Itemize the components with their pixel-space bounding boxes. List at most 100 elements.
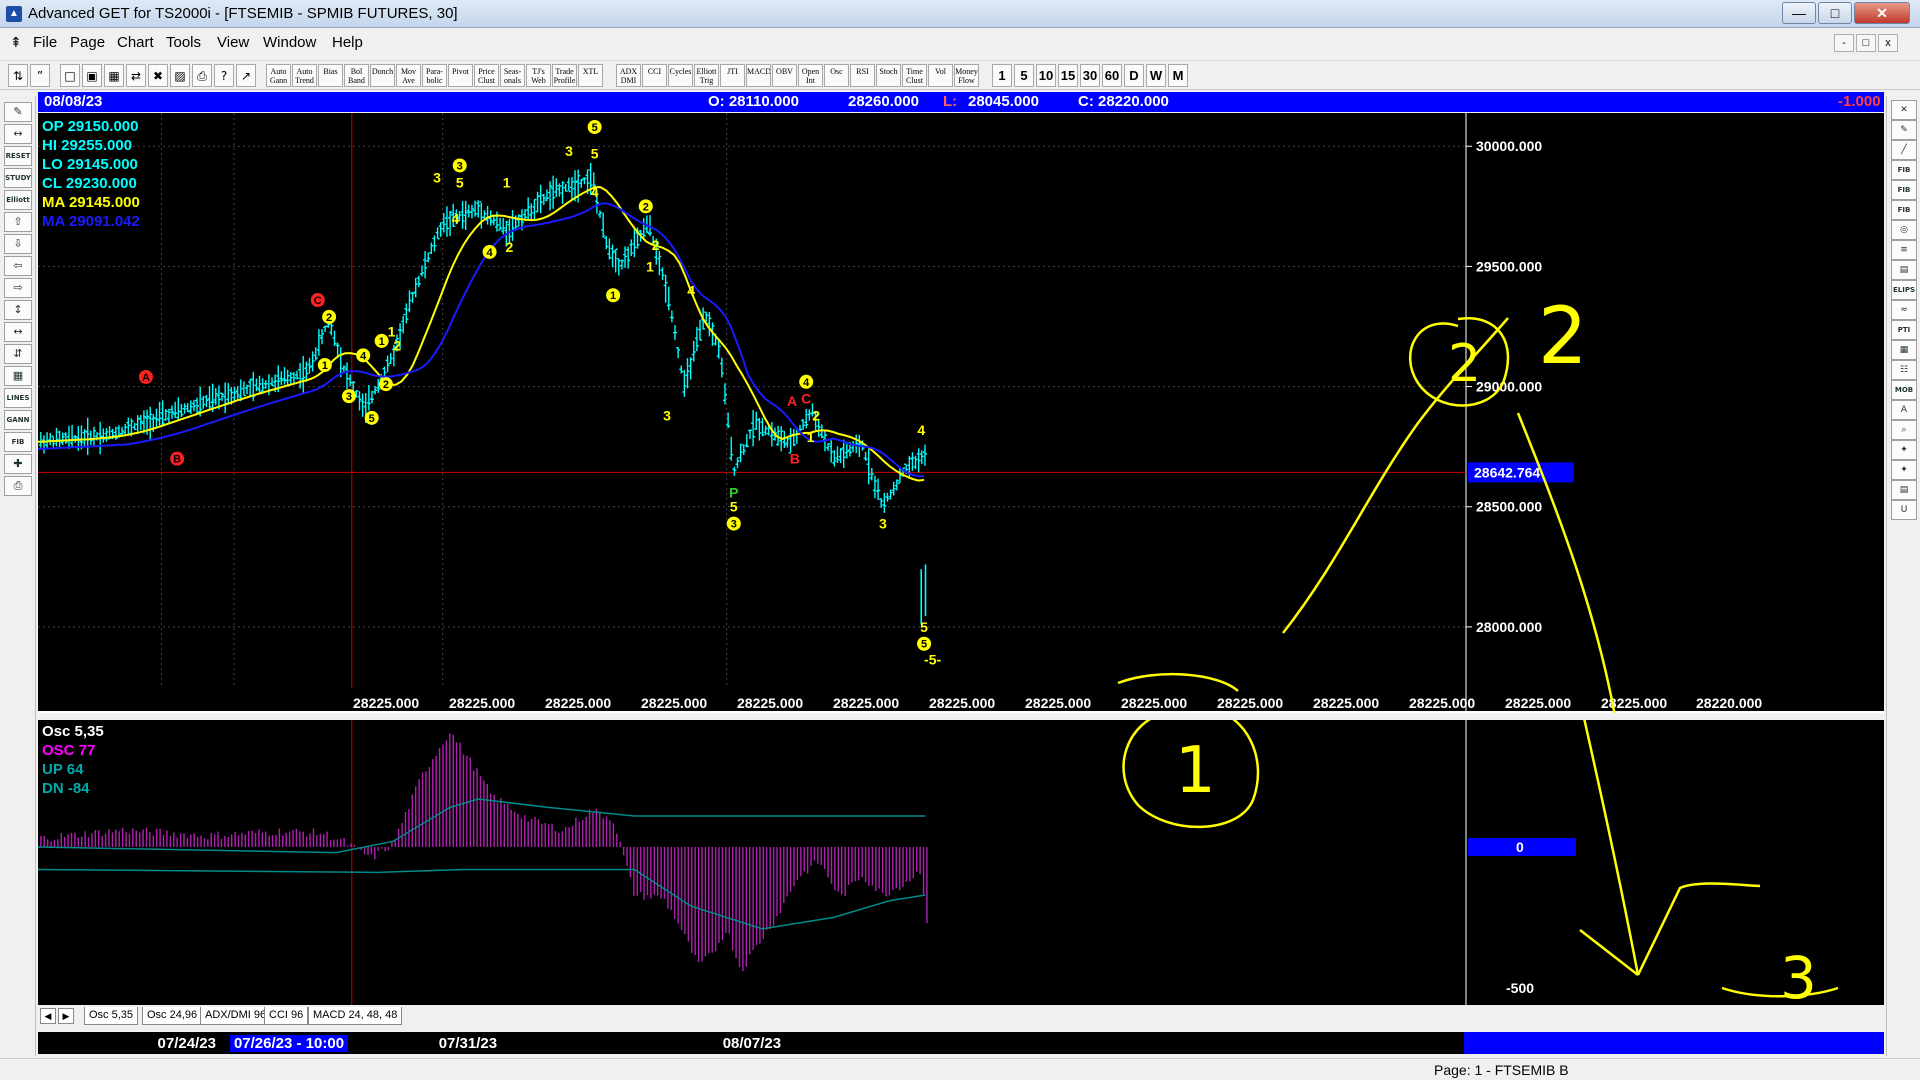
- toolbar-icon-button[interactable]: □: [60, 64, 80, 87]
- left-tool-icon[interactable]: ⇩: [4, 234, 32, 254]
- oscillator-panel[interactable]: 0-500Osc 5,35OSC 77UP 64DN -84 13: [38, 720, 1884, 1005]
- study-button-mov-ave[interactable]: Mov Ave: [396, 64, 421, 87]
- right-tool-icon[interactable]: ☷: [1891, 360, 1917, 380]
- left-tool-reset[interactable]: RESET: [4, 146, 32, 166]
- study-button-cci[interactable]: CCI: [642, 64, 667, 87]
- study-button-obv[interactable]: OBV: [772, 64, 797, 87]
- right-tool-pti[interactable]: PTI: [1891, 320, 1917, 340]
- left-tool-icon[interactable]: ✚: [4, 454, 32, 474]
- study-button-stoch[interactable]: Stoch: [876, 64, 901, 87]
- tab-osc-24-96[interactable]: Osc 24,96: [142, 1007, 203, 1025]
- left-tool-lines[interactable]: LINES: [4, 388, 32, 408]
- menu-view[interactable]: View: [217, 34, 249, 51]
- left-tool-icon[interactable]: ▦: [4, 366, 32, 386]
- study-button-bol-band[interactable]: Bol Band: [344, 64, 369, 87]
- menu-page[interactable]: Page: [70, 34, 105, 51]
- study-button-osc[interactable]: Osc: [824, 64, 849, 87]
- interval-button-d[interactable]: D: [1124, 64, 1144, 87]
- tab-cci[interactable]: CCI 96: [264, 1007, 309, 1025]
- study-button-bias[interactable]: Bias: [318, 64, 343, 87]
- menu-tools[interactable]: Tools: [166, 34, 201, 51]
- left-tool-icon[interactable]: ✎: [4, 102, 32, 122]
- tab-adx-dmi[interactable]: ADX/DMI 96: [200, 1007, 272, 1025]
- study-button-time-clust[interactable]: Time Clust: [902, 64, 927, 87]
- left-tool-icon[interactable]: ⇨: [4, 278, 32, 298]
- left-tool-icon[interactable]: ⇵: [4, 344, 32, 364]
- toolbar-icon-button[interactable]: ?: [214, 64, 234, 87]
- tab-osc-5-35[interactable]: Osc 5,35: [84, 1007, 139, 1025]
- toolbar-icon-button[interactable]: ⇄: [126, 64, 146, 87]
- study-button-elliott-trig[interactable]: Elliott Trig: [694, 64, 719, 87]
- interval-button-15[interactable]: 15: [1058, 64, 1078, 87]
- right-tool-icon[interactable]: ✦: [1891, 440, 1917, 460]
- study-button-tj-s-web[interactable]: TJ's Web: [526, 64, 551, 87]
- menu-window[interactable]: Window: [263, 34, 316, 51]
- left-tool-study[interactable]: STUDY: [4, 168, 32, 188]
- left-tool-fib[interactable]: FIB: [4, 432, 32, 452]
- toolbar-icon-button[interactable]: ”: [30, 64, 50, 87]
- right-tool-icon[interactable]: ⌕: [1891, 420, 1917, 440]
- study-button-money-flow[interactable]: Money Flow: [954, 64, 979, 87]
- left-tool-icon[interactable]: ⎙: [4, 476, 32, 496]
- left-tool-elliott[interactable]: Elliott: [4, 190, 32, 210]
- toolbar-icon-button[interactable]: ⎙: [192, 64, 212, 87]
- study-button-jti[interactable]: JTI: [720, 64, 745, 87]
- right-tool-icon[interactable]: ◎: [1891, 220, 1917, 240]
- study-button-auto-trend[interactable]: Auto Trend: [292, 64, 317, 87]
- study-button-auto-gann[interactable]: Auto Gann: [266, 64, 291, 87]
- right-tool-u[interactable]: U: [1891, 500, 1917, 520]
- tab-macd[interactable]: MACD 24, 48, 48: [308, 1007, 403, 1025]
- tab-next-button[interactable]: ▶: [58, 1008, 74, 1024]
- right-tool-icon[interactable]: ▦: [1891, 340, 1917, 360]
- right-tool-elips[interactable]: ELIPS: [1891, 280, 1917, 300]
- right-tool-a[interactable]: A: [1891, 400, 1917, 420]
- study-button-macd[interactable]: MACD: [746, 64, 771, 87]
- mdi-restore-button[interactable]: □: [1856, 34, 1876, 52]
- study-button-xtl[interactable]: XTL: [578, 64, 603, 87]
- time-axis-scroll-area[interactable]: [1464, 1032, 1884, 1054]
- interval-button-10[interactable]: 10: [1036, 64, 1056, 87]
- interval-button-60[interactable]: 60: [1102, 64, 1122, 87]
- right-tool-icon[interactable]: ▤: [1891, 480, 1917, 500]
- study-button-pivot[interactable]: Pivot: [448, 64, 473, 87]
- left-tool-icon[interactable]: ↔: [4, 124, 32, 144]
- right-tool-fib-time[interactable]: FIB TIME: [1891, 200, 1917, 220]
- mdi-minimize-button[interactable]: -: [1834, 34, 1854, 52]
- left-tool-icon[interactable]: ⇦: [4, 256, 32, 276]
- interval-button-m[interactable]: M: [1168, 64, 1188, 87]
- toolbar-icon-button[interactable]: ▦: [104, 64, 124, 87]
- right-tool-icon[interactable]: ╱: [1891, 140, 1917, 160]
- tab-prev-button[interactable]: ◀: [40, 1008, 56, 1024]
- study-button-cycles[interactable]: Cycles: [668, 64, 693, 87]
- study-button-vol[interactable]: Vol: [928, 64, 953, 87]
- study-button-adx-dmi[interactable]: ADX DMI: [616, 64, 641, 87]
- toolbar-icon-button[interactable]: ↗: [236, 64, 256, 87]
- right-tool-icon[interactable]: ≈: [1891, 300, 1917, 320]
- menu-chart[interactable]: Chart: [117, 34, 154, 51]
- close-button[interactable]: ✕: [1854, 2, 1910, 24]
- right-tool-fib-ret[interactable]: FIB RET: [1891, 160, 1917, 180]
- interval-button-1[interactable]: 1: [992, 64, 1012, 87]
- right-tool-icon[interactable]: ✦: [1891, 460, 1917, 480]
- left-tool-icon[interactable]: ↔: [4, 322, 32, 342]
- right-tool-icon[interactable]: ≡: [1891, 240, 1917, 260]
- toolbar-icon-button[interactable]: ▨: [170, 64, 190, 87]
- right-tool-fib-ext[interactable]: FIB EXT: [1891, 180, 1917, 200]
- study-button-seas-onals[interactable]: Seas-onals: [500, 64, 525, 87]
- right-tool-mob[interactable]: MOB: [1891, 380, 1917, 400]
- menu-app-icon[interactable]: ⇞: [10, 34, 22, 51]
- maximize-button[interactable]: □: [1818, 2, 1852, 24]
- right-tool-icon[interactable]: ▤: [1891, 260, 1917, 280]
- right-tool-icon[interactable]: ✕: [1891, 100, 1917, 120]
- study-button-donch[interactable]: Donch: [370, 64, 395, 87]
- study-button-trade-profile[interactable]: Trade Profile: [552, 64, 577, 87]
- interval-button-5[interactable]: 5: [1014, 64, 1034, 87]
- mdi-close-button[interactable]: x: [1878, 34, 1898, 52]
- interval-button-w[interactable]: W: [1146, 64, 1166, 87]
- left-tool-gann[interactable]: GANN: [4, 410, 32, 430]
- menu-help[interactable]: Help: [332, 34, 363, 51]
- toolbar-icon-button[interactable]: ✖: [148, 64, 168, 87]
- minimize-button[interactable]: —: [1782, 2, 1816, 24]
- study-button-open-int[interactable]: Open Int: [798, 64, 823, 87]
- toolbar-icon-button[interactable]: ▣: [82, 64, 102, 87]
